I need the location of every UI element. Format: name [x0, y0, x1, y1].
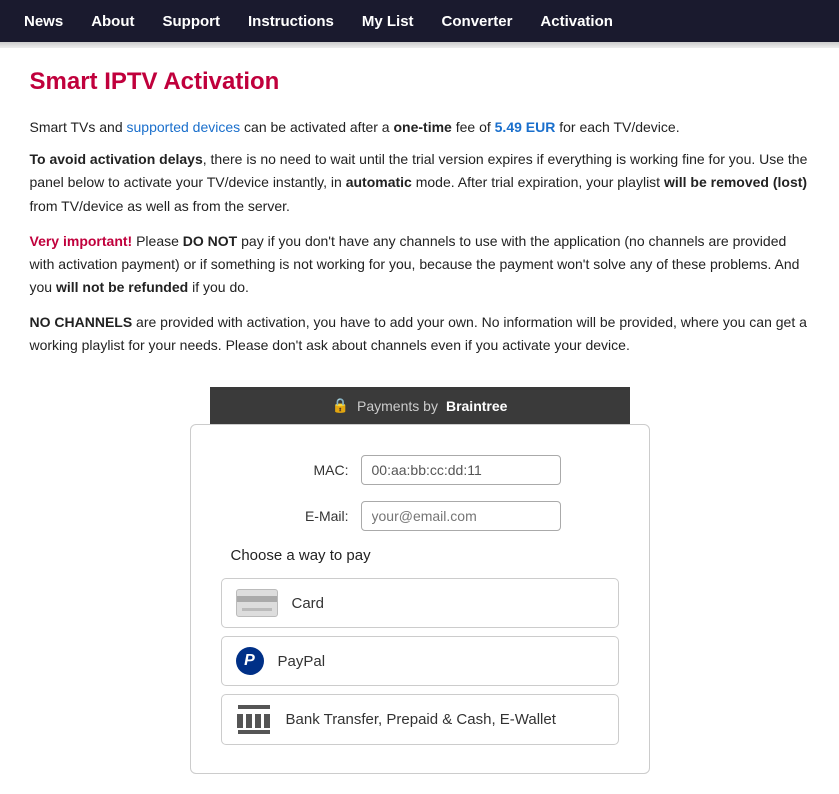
navbar: News About Support Instructions My List …	[0, 0, 839, 42]
pay-option-card[interactable]: Card	[221, 578, 619, 628]
main-content: Smart IPTV Activation Smart TVs and supp…	[10, 48, 830, 794]
supported-devices-link[interactable]: supported devices	[127, 119, 241, 135]
lock-icon: 🔒	[332, 397, 349, 414]
intro-post: for each TV/device.	[555, 119, 679, 135]
price-text: 5.49 EUR	[495, 119, 556, 135]
braintree-label: Payments by	[357, 398, 438, 414]
paypal-label: PayPal	[278, 653, 326, 670]
intro-paragraph-1: Smart TVs and supported devices can be a…	[30, 116, 810, 138]
delays-rest3: from TV/device as well as from the serve…	[30, 198, 290, 214]
card-icon	[236, 589, 278, 617]
do-not-bold: DO NOT	[183, 233, 237, 249]
delays-bold: To avoid activation delays	[30, 151, 203, 167]
payment-section: 🔒 Payments by Braintree MAC: E-Mail: Cho…	[30, 387, 810, 774]
pay-option-paypal[interactable]: P PayPal	[221, 636, 619, 686]
page-title: Smart IPTV Activation	[30, 68, 810, 96]
nav-activation[interactable]: Activation	[526, 3, 627, 40]
bank-label: Bank Transfer, Prepaid & Cash, E-Wallet	[286, 711, 556, 728]
para-delays: To avoid activation delays, there is no …	[30, 148, 810, 217]
nav-mylist[interactable]: My List	[348, 3, 428, 40]
delays-rest2: mode. After trial expiration, your playl…	[412, 174, 664, 190]
email-row: E-Mail:	[221, 501, 619, 531]
paypal-icon: P	[236, 647, 264, 675]
auto-bold: automatic	[346, 174, 412, 190]
payment-form: MAC: E-Mail: Choose a way to pay Card P …	[190, 424, 650, 774]
one-time-text: one-time	[393, 119, 451, 135]
card-label: Card	[292, 595, 325, 612]
pay-option-bank[interactable]: Bank Transfer, Prepaid & Cash, E-Wallet	[221, 694, 619, 745]
intro-pre: Smart TVs and	[30, 119, 127, 135]
email-input[interactable]	[361, 501, 561, 531]
email-label: E-Mail:	[279, 508, 349, 524]
mac-input[interactable]	[361, 455, 561, 485]
no-channels-label: NO CHANNELS	[30, 314, 133, 330]
bank-icon	[236, 705, 272, 734]
nav-converter[interactable]: Converter	[428, 3, 527, 40]
nav-news[interactable]: News	[10, 3, 77, 40]
mac-label: MAC:	[279, 462, 349, 478]
para3-pre: Please	[132, 233, 183, 249]
not-refunded-bold: will not be refunded	[56, 279, 188, 295]
para-no-channels: NO CHANNELS are provided with activation…	[30, 311, 810, 357]
intro-mid2: fee of	[452, 119, 495, 135]
mac-row: MAC:	[221, 455, 619, 485]
para4-rest: are provided with activation, you have t…	[30, 314, 807, 353]
braintree-brand: Braintree	[446, 398, 507, 414]
nav-about[interactable]: About	[77, 3, 148, 40]
para3-rest3: if you do.	[188, 279, 249, 295]
braintree-bar: 🔒 Payments by Braintree	[210, 387, 630, 424]
nav-instructions[interactable]: Instructions	[234, 3, 348, 40]
para-important: Very important! Please DO NOT pay if you…	[30, 230, 810, 299]
intro-mid: can be activated after a	[240, 119, 393, 135]
nav-support[interactable]: Support	[149, 3, 235, 40]
choose-pay-label: Choose a way to pay	[231, 547, 619, 564]
removed-bold: will be removed (lost)	[664, 174, 807, 190]
very-important-label: Very important!	[30, 233, 133, 249]
